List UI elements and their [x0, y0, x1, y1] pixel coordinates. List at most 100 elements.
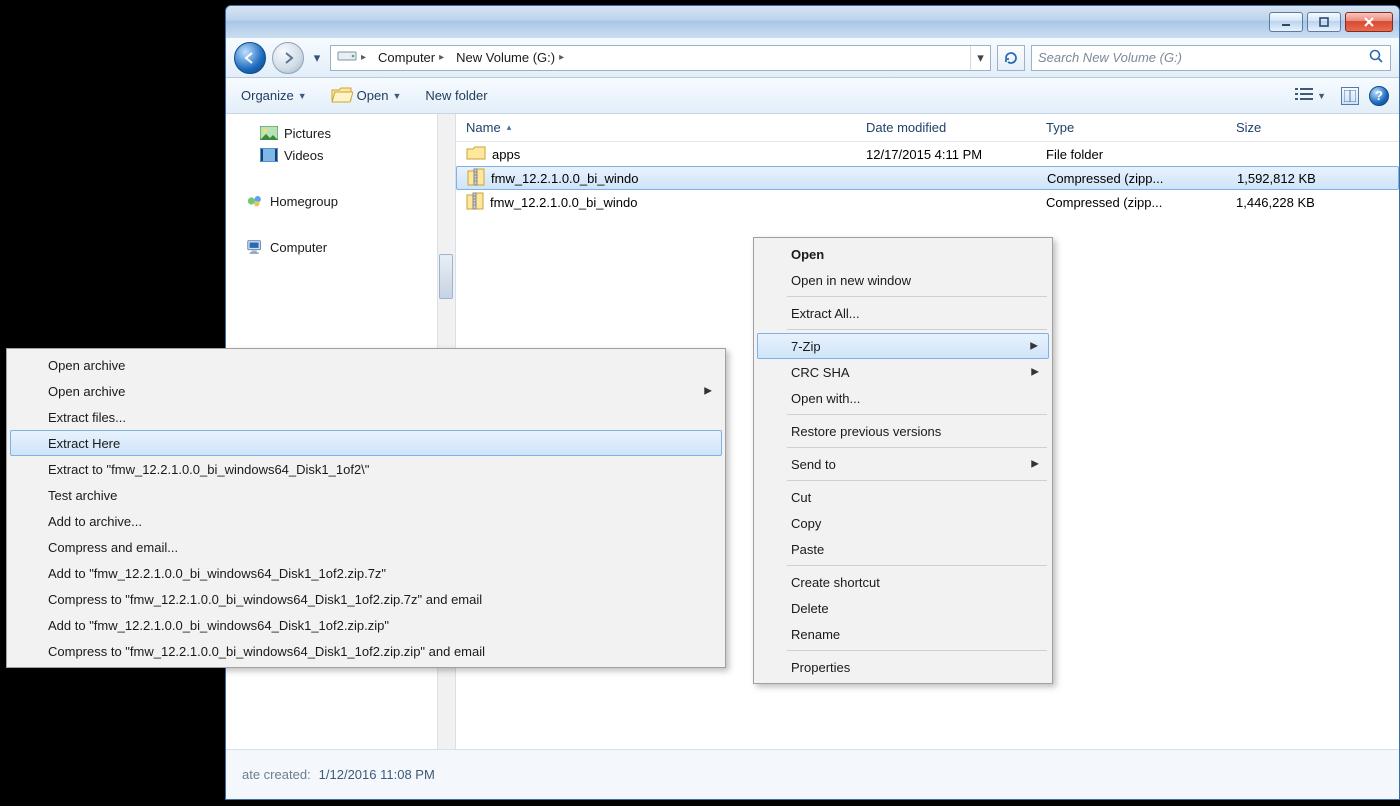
crumb-computer[interactable]: Computer▸	[372, 46, 450, 70]
zip-icon	[466, 191, 484, 214]
menu-item[interactable]: Extract to "fmw_12.2.1.0.0_bi_windows64_…	[10, 456, 722, 482]
context-submenu-7zip: Open archiveOpen archive▶Extract files..…	[6, 348, 726, 668]
col-date[interactable]: Date modified	[856, 120, 1036, 135]
column-headers: Name▴ Date modified Type Size	[456, 114, 1399, 142]
videos-icon	[260, 147, 278, 163]
address-bar[interactable]: ▸ Computer▸ New Volume (G:)▸ ▾	[330, 45, 991, 71]
address-dropdown[interactable]: ▾	[970, 46, 990, 70]
menu-separator	[787, 296, 1047, 297]
new-folder-button[interactable]: New folder	[420, 85, 492, 106]
file-row[interactable]: apps 12/17/2015 4:11 PMFile folder	[456, 142, 1399, 166]
help-button[interactable]: ?	[1369, 86, 1389, 106]
file-size: 1,446,228 KB	[1226, 195, 1399, 210]
menu-item[interactable]: Delete	[757, 595, 1049, 621]
pictures-icon	[260, 125, 278, 141]
menu-separator	[787, 480, 1047, 481]
menu-separator	[787, 447, 1047, 448]
file-date: 12/17/2015 4:11 PM	[856, 147, 1036, 162]
menu-item[interactable]: Extract Here	[10, 430, 722, 456]
menu-item[interactable]: CRC SHA▶	[757, 359, 1049, 385]
file-name: apps	[492, 147, 520, 162]
menu-item[interactable]: Open archive▶	[10, 378, 722, 404]
sort-arrow-up-icon: ▴	[507, 122, 512, 133]
menu-item[interactable]: Test archive	[10, 482, 722, 508]
submenu-arrow-icon: ▶	[1030, 341, 1038, 352]
submenu-arrow-icon: ▶	[1031, 459, 1039, 470]
file-row[interactable]: fmw_12.2.1.0.0_bi_windo Compressed (zipp.…	[456, 166, 1399, 190]
file-type: File folder	[1036, 147, 1226, 162]
menu-item[interactable]: Create shortcut	[757, 569, 1049, 595]
menu-separator	[787, 565, 1047, 566]
menu-separator	[787, 650, 1047, 651]
crumb-volume[interactable]: New Volume (G:)▸	[450, 46, 570, 70]
submenu-arrow-icon: ▶	[1031, 367, 1039, 378]
file-name: fmw_12.2.1.0.0_bi_windo	[490, 195, 637, 210]
zip-icon	[467, 167, 485, 190]
drive-icon	[337, 49, 357, 66]
forward-button[interactable]	[272, 42, 304, 74]
scrollbar-thumb[interactable]	[439, 254, 453, 299]
file-type: Compressed (zipp...	[1037, 171, 1227, 186]
preview-pane-button[interactable]	[1341, 87, 1359, 105]
view-options[interactable]: ▼	[1290, 84, 1331, 107]
menu-item[interactable]: Open archive	[10, 352, 722, 378]
back-button[interactable]	[234, 42, 266, 74]
menu-item[interactable]: Paste	[757, 536, 1049, 562]
menu-item[interactable]: Open with...	[757, 385, 1049, 411]
col-name[interactable]: Name▴	[456, 120, 856, 135]
menu-item[interactable]: Add to "fmw_12.2.1.0.0_bi_windows64_Disk…	[10, 560, 722, 586]
crumb-root[interactable]: ▸	[331, 46, 372, 70]
open-icon	[331, 85, 353, 106]
menu-separator	[787, 414, 1047, 415]
menu-item[interactable]: Properties	[757, 654, 1049, 680]
title-bar	[226, 6, 1399, 38]
menu-separator	[787, 329, 1047, 330]
menu-item[interactable]: Rename	[757, 621, 1049, 647]
sidebar-item-computer[interactable]: Computer	[246, 236, 451, 258]
nav-history-dropdown[interactable]: ▾	[310, 42, 324, 74]
submenu-arrow-icon: ▶	[704, 386, 712, 397]
context-menu: OpenOpen in new window Extract All... 7-Zi…	[753, 237, 1053, 684]
details-pane: ate created: 1/12/2016 11:08 PM	[226, 749, 1399, 799]
nav-row: ▾ ▸ Computer▸ New Volume (G:)▸ ▾ Search …	[226, 38, 1399, 78]
sidebar-item-homegroup[interactable]: Homegroup	[246, 190, 451, 212]
homegroup-icon	[246, 193, 264, 209]
close-button[interactable]	[1345, 12, 1393, 32]
details-value: 1/12/2016 11:08 PM	[319, 767, 435, 782]
details-label: ate created:	[242, 767, 311, 782]
menu-item[interactable]: 7-Zip▶	[757, 333, 1049, 359]
file-row[interactable]: fmw_12.2.1.0.0_bi_windo Compressed (zipp.…	[456, 190, 1399, 214]
search-icon	[1368, 48, 1384, 67]
menu-item[interactable]: Open in new window	[757, 267, 1049, 293]
menu-item[interactable]: Send to▶	[757, 451, 1049, 477]
col-type[interactable]: Type	[1036, 120, 1226, 135]
file-size: 1,592,812 KB	[1227, 171, 1398, 186]
toolbar: Organize ▼ Open ▼ New folder ▼ ?	[226, 78, 1399, 114]
menu-item[interactable]: Extract files...	[10, 404, 722, 430]
computer-icon	[246, 239, 264, 255]
menu-item[interactable]: Compress to "fmw_12.2.1.0.0_bi_windows64…	[10, 638, 722, 664]
menu-item[interactable]: Add to archive...	[10, 508, 722, 534]
menu-item[interactable]: Copy	[757, 510, 1049, 536]
menu-item[interactable]: Compress to "fmw_12.2.1.0.0_bi_windows64…	[10, 586, 722, 612]
open-button[interactable]: Open ▼	[326, 82, 407, 109]
folder-icon	[466, 145, 486, 164]
search-placeholder: Search New Volume (G:)	[1038, 50, 1182, 65]
view-icon	[1295, 87, 1313, 104]
menu-item[interactable]: Add to "fmw_12.2.1.0.0_bi_windows64_Disk…	[10, 612, 722, 638]
menu-item[interactable]: Restore previous versions	[757, 418, 1049, 444]
minimize-button[interactable]	[1269, 12, 1303, 32]
sidebar-item-pictures[interactable]: Pictures	[260, 122, 451, 144]
menu-item[interactable]: Compress and email...	[10, 534, 722, 560]
sidebar-item-videos[interactable]: Videos	[260, 144, 451, 166]
file-type: Compressed (zipp...	[1036, 195, 1226, 210]
col-size[interactable]: Size	[1226, 120, 1399, 135]
refresh-button[interactable]	[997, 45, 1025, 71]
search-box[interactable]: Search New Volume (G:)	[1031, 45, 1391, 71]
organize-menu[interactable]: Organize ▼	[236, 85, 312, 106]
file-name: fmw_12.2.1.0.0_bi_windo	[491, 171, 638, 186]
menu-item[interactable]: Cut	[757, 484, 1049, 510]
menu-item[interactable]: Open	[757, 241, 1049, 267]
maximize-button[interactable]	[1307, 12, 1341, 32]
menu-item[interactable]: Extract All...	[757, 300, 1049, 326]
